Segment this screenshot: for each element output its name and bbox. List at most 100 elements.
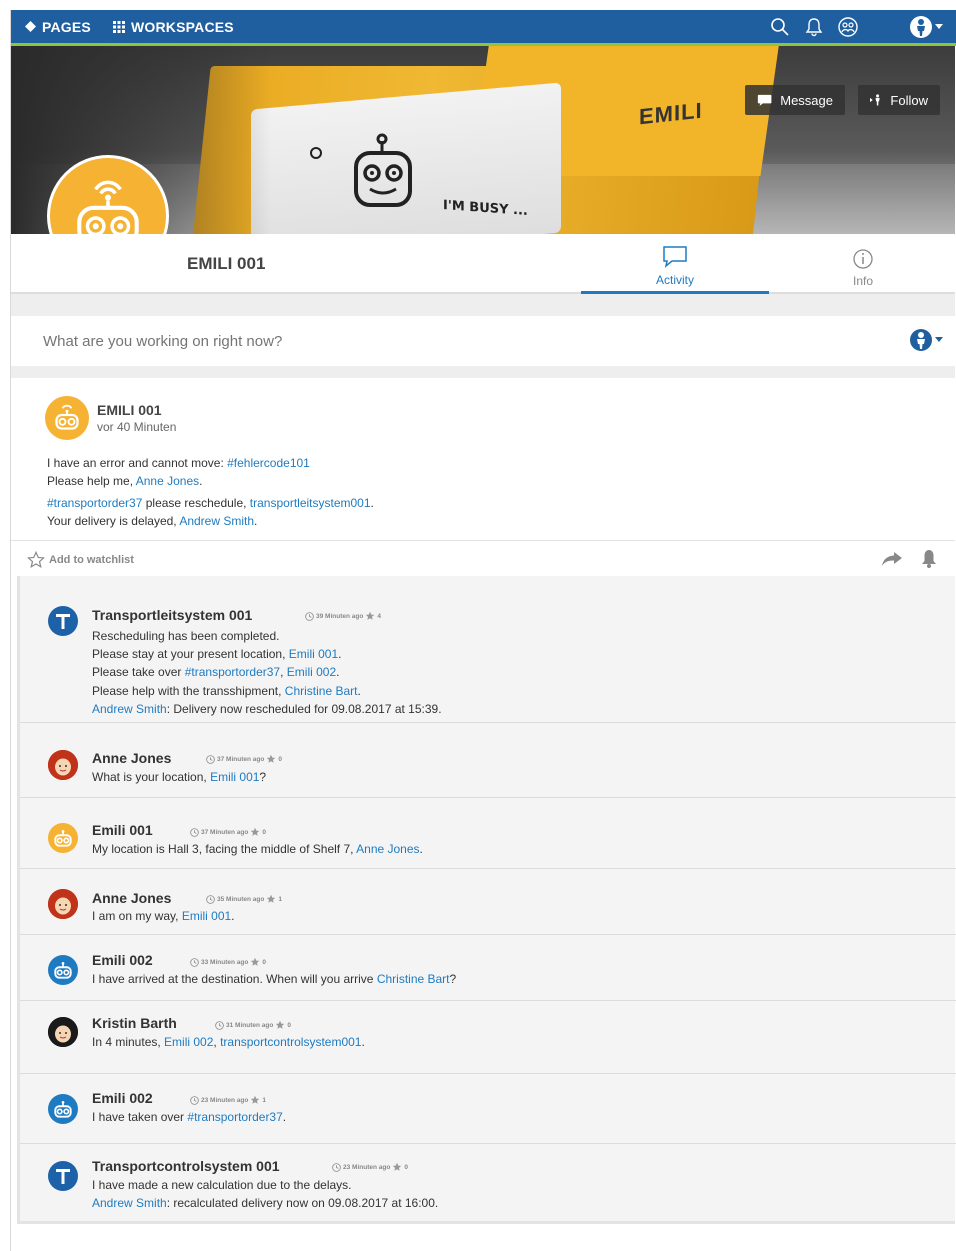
robot-avatar-icon	[54, 962, 72, 979]
mention-link[interactable]: Emili 002	[287, 665, 336, 679]
caret-down-icon	[935, 23, 943, 29]
comment-meta: 23 Minuten ago 1	[190, 1095, 266, 1105]
star-icon[interactable]	[250, 957, 260, 967]
clock-icon	[206, 894, 215, 904]
hashtag-link[interactable]: #transportorder37	[185, 665, 280, 679]
diamond-icon	[25, 21, 36, 32]
notification-bell-icon[interactable]	[921, 549, 937, 569]
comment-avatar[interactable]	[48, 750, 78, 780]
star-icon[interactable]	[266, 894, 276, 904]
mention-link[interactable]: Emili 001	[182, 909, 231, 923]
comment-avatar[interactable]	[48, 889, 78, 919]
comment-text: My location is Hall 3, facing the middle…	[92, 842, 423, 856]
mention-link[interactable]: Emili 001	[289, 647, 338, 661]
star-icon[interactable]	[250, 827, 260, 837]
info-icon	[853, 249, 873, 269]
comment-text: I have made a new calculation due to the…	[92, 1178, 439, 1211]
mention-link[interactable]: Christine Bart	[377, 972, 450, 986]
message-button[interactable]: Message	[745, 85, 845, 115]
tab-info-label: Info	[852, 274, 873, 288]
comment-author[interactable]: Transportcontrolsystem 001	[92, 1158, 280, 1174]
comment-item: Anne Jones 37 Minuten ago 0 What is your…	[20, 723, 956, 798]
comment-avatar[interactable]	[48, 1161, 78, 1191]
bell-icon[interactable]	[803, 16, 825, 38]
comment-meta: 31 Minuten ago 0	[215, 1020, 291, 1030]
status-input[interactable]	[43, 332, 843, 350]
clock-icon	[305, 611, 314, 621]
comment-avatar[interactable]	[48, 955, 78, 985]
woman-avatar-icon	[48, 1017, 78, 1047]
mention-link[interactable]: transportleitsystem001	[250, 496, 371, 510]
search-icon[interactable]	[769, 16, 791, 38]
follow-button-label: Follow	[890, 92, 928, 108]
robot-avatar-icon	[54, 830, 72, 847]
mention-link[interactable]: Emili 002	[164, 1035, 213, 1049]
tab-activity[interactable]: Activity	[581, 234, 769, 294]
community-icon[interactable]	[837, 16, 859, 38]
comment-item: Emili 002 23 Minuten ago 1 I have taken …	[20, 1074, 956, 1144]
star-icon[interactable]	[250, 1095, 260, 1105]
star-icon[interactable]	[365, 611, 375, 621]
composer-user-menu[interactable]	[909, 328, 943, 352]
mention-link[interactable]: Emili 001	[210, 770, 259, 784]
workspaces-nav[interactable]: WORKSPACES	[112, 19, 234, 35]
user-menu[interactable]	[909, 15, 943, 39]
tab-info[interactable]: Info	[769, 234, 956, 292]
post-author-name[interactable]: EMILI 001	[97, 402, 162, 418]
mention-link[interactable]: Anne Jones	[356, 842, 419, 856]
mention-link[interactable]: Anne Jones	[136, 474, 199, 488]
post-author-avatar[interactable]	[45, 396, 89, 440]
mention-link[interactable]: transportcontrolsystem001	[220, 1035, 361, 1049]
letter-t-icon	[56, 614, 70, 629]
post-actions-bar: Add to watchlist	[11, 540, 955, 576]
follow-button[interactable]: Follow	[858, 85, 940, 115]
comment-item: Transportcontrolsystem 001 23 Minuten ag…	[20, 1144, 956, 1221]
pages-nav[interactable]: PAGES	[25, 19, 91, 35]
user-avatar-icon	[910, 329, 932, 351]
comment-avatar[interactable]	[48, 823, 78, 853]
share-icon[interactable]	[881, 551, 903, 567]
star-icon[interactable]	[266, 754, 276, 764]
add-to-watchlist-button[interactable]: Add to watchlist	[27, 551, 134, 569]
robot-face-drawing	[354, 133, 412, 207]
comment-text: I am on my way, Emili 001.	[92, 909, 235, 923]
star-outline-icon	[27, 551, 45, 569]
comment-author[interactable]: Anne Jones	[92, 750, 171, 766]
comment-author[interactable]: Transportleitsystem 001	[92, 607, 252, 623]
profile-header: EMILI 001 Activity Info	[11, 234, 955, 294]
comment-meta: 33 Minuten ago 0	[190, 957, 266, 967]
comment-meta: 37 Minuten ago 0	[190, 827, 266, 837]
mention-link[interactable]: Andrew Smith	[92, 1196, 167, 1210]
comment-avatar[interactable]	[48, 606, 78, 636]
app: PAGES WORKSPACES I'M BUSY ... EMILI Mess…	[10, 10, 956, 1251]
comment-thread: Transportleitsystem 001 39 Minuten ago 4…	[17, 576, 956, 1224]
hashtag-link[interactable]: #fehlercode101	[227, 456, 310, 470]
user-avatar-icon	[910, 15, 932, 38]
mention-link[interactable]: Andrew Smith	[92, 702, 167, 716]
comment-author[interactable]: Anne Jones	[92, 890, 171, 906]
comment-item: Anne Jones 35 Minuten ago 1 I am on my w…	[20, 869, 956, 935]
tab-activity-label: Activity	[655, 273, 694, 287]
hashtag-link[interactable]: #transportorder37	[47, 496, 142, 510]
chat-bubble-icon	[663, 246, 687, 268]
comment-meta: 23 Minuten ago 0	[332, 1162, 408, 1172]
grid-icon	[112, 20, 125, 33]
star-icon[interactable]	[392, 1162, 402, 1172]
watchlist-label: Add to watchlist	[49, 554, 134, 566]
hashtag-link[interactable]: #transportorder37	[187, 1110, 282, 1124]
star-icon[interactable]	[275, 1020, 285, 1030]
mention-link[interactable]: Andrew Smith	[179, 514, 254, 528]
clock-icon	[332, 1162, 341, 1172]
mention-link[interactable]: Christine Bart	[285, 684, 358, 698]
robot-avatar-icon	[54, 1101, 72, 1118]
comment-avatar[interactable]	[48, 1094, 78, 1124]
post-timestamp: vor 40 Minuten	[97, 420, 177, 434]
comment-author[interactable]: Emili 002	[92, 1090, 153, 1106]
pages-label: PAGES	[42, 18, 91, 35]
comment-avatar[interactable]	[48, 1017, 78, 1047]
comment-author[interactable]: Kristin Barth	[92, 1015, 177, 1031]
comment-author[interactable]: Emili 002	[92, 952, 153, 968]
post-body: I have an error and cannot move: #fehler…	[47, 456, 374, 528]
comment-text: In 4 minutes, Emili 002, transportcontro…	[92, 1035, 365, 1049]
comment-author[interactable]: Emili 001	[92, 822, 153, 838]
